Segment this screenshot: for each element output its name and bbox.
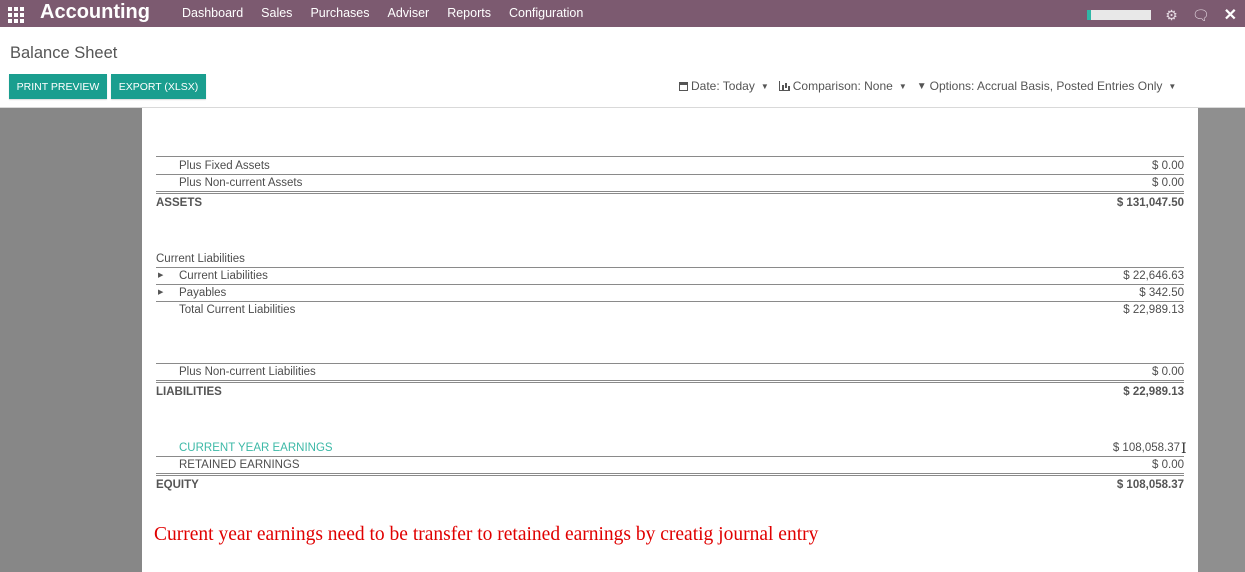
menu-dashboard[interactable]: Dashboard bbox=[182, 6, 243, 20]
bar-chart-icon bbox=[778, 81, 790, 91]
row-label: EQUITY bbox=[156, 479, 199, 491]
calendar-icon bbox=[679, 81, 688, 91]
chat-icon[interactable]: 🗨 bbox=[1192, 7, 1210, 23]
menu-configuration[interactable]: Configuration bbox=[509, 6, 583, 20]
row-value: $ 108,058.37 bbox=[1112, 442, 1180, 454]
report-row-noncurrent-liabilities[interactable]: Plus Non-current Liabilities $ 0.00 bbox=[156, 364, 1184, 380]
apps-grid-icon[interactable] bbox=[8, 7, 24, 23]
row-value: $ 108,058.37 bbox=[1116, 479, 1184, 491]
row-separator bbox=[156, 156, 1184, 157]
expand-triangle-icon[interactable]: ▶ bbox=[158, 285, 163, 301]
menu-sales[interactable]: Sales bbox=[261, 6, 292, 20]
comparison-filter[interactable]: Comparison: None ▼ bbox=[778, 79, 907, 93]
report-filters: Date: Today ▼ Comparison: None ▼ ▼ Optio… bbox=[679, 79, 1176, 93]
row-separator bbox=[156, 473, 1184, 476]
row-value: $ 22,989.13 bbox=[1123, 386, 1184, 398]
caret-down-icon: ▼ bbox=[898, 81, 907, 91]
row-value: $ 131,047.50 bbox=[1116, 197, 1184, 209]
menu-adviser[interactable]: Adviser bbox=[388, 6, 430, 20]
main-menu: Dashboard Sales Purchases Adviser Report… bbox=[182, 6, 583, 20]
report-row-payables[interactable]: ▶ Payables $ 342.50 bbox=[156, 285, 1184, 301]
navbar-right: ⚙ 🗨 ✕ bbox=[1087, 5, 1237, 25]
row-label: Plus Non-current Liabilities bbox=[179, 366, 316, 378]
row-label: ASSETS bbox=[156, 197, 203, 209]
row-separator bbox=[156, 380, 1184, 383]
row-value: $ 0.00 bbox=[1152, 459, 1184, 471]
expand-triangle-icon[interactable]: ▶ bbox=[158, 268, 163, 284]
row-label: LIABILITIES bbox=[156, 386, 222, 398]
row-value: $ 0.00 bbox=[1152, 160, 1184, 172]
top-navbar: Accounting Dashboard Sales Purchases Adv… bbox=[0, 0, 1245, 27]
report-row-assets[interactable]: ASSETS $ 131,047.50 bbox=[156, 195, 1184, 211]
report-row-retained-earnings[interactable]: RETAINED EARNINGS $ 0.00 bbox=[156, 457, 1184, 473]
annotation-caption: Current year earnings need to be transfe… bbox=[154, 524, 819, 545]
app-title[interactable]: Accounting bbox=[40, 1, 150, 24]
text-cursor-icon: I bbox=[1181, 441, 1187, 457]
export-xlsx-button[interactable]: EXPORT (XLSX) bbox=[111, 74, 206, 99]
row-label: Payables bbox=[179, 287, 227, 299]
row-value: $ 342.50 bbox=[1139, 287, 1184, 299]
row-value: $ 22,989.13 bbox=[1123, 304, 1184, 316]
control-panel: Balance Sheet PRINT PREVIEW EXPORT (XLSX… bbox=[0, 27, 1245, 108]
report-row-liabilities[interactable]: LIABILITIES $ 22,989.13 bbox=[156, 384, 1184, 400]
section-header-current-liabilities: Current Liabilities bbox=[156, 251, 1184, 267]
comparison-filter-label: Comparison: None bbox=[792, 79, 893, 93]
caret-down-icon: ▼ bbox=[1168, 81, 1177, 91]
date-filter-label: Date: Today bbox=[691, 79, 755, 93]
report-row-noncurrent-assets[interactable]: Plus Non-current Assets $ 0.00 bbox=[156, 175, 1184, 191]
report-row-equity[interactable]: EQUITY $ 108,058.37 bbox=[156, 477, 1184, 493]
user-status-icon[interactable] bbox=[1087, 10, 1152, 20]
row-separator bbox=[156, 191, 1184, 194]
row-label-link[interactable]: CURRENT YEAR EARNINGS bbox=[179, 440, 333, 456]
close-icon[interactable]: ✕ bbox=[1224, 5, 1237, 25]
caret-down-icon: ▼ bbox=[760, 81, 769, 91]
row-label: RETAINED EARNINGS bbox=[179, 459, 300, 471]
report-row-fixed-assets[interactable]: Plus Fixed Assets $ 0.00 bbox=[156, 158, 1184, 174]
row-label: Plus Non-current Assets bbox=[179, 177, 303, 189]
page-title: Balance Sheet bbox=[10, 44, 118, 62]
options-filter-label: Options: Accrual Basis, Posted Entries O… bbox=[929, 79, 1163, 93]
options-filter[interactable]: ▼ Options: Accrual Basis, Posted Entries… bbox=[917, 79, 1177, 93]
report-row-current-year-earnings[interactable]: CURRENT YEAR EARNINGS $ 108,058.37 bbox=[156, 440, 1184, 456]
print-preview-button[interactable]: PRINT PREVIEW bbox=[9, 74, 107, 99]
row-label: Total Current Liabilities bbox=[179, 304, 296, 316]
row-value: $ 22,646.63 bbox=[1123, 270, 1184, 282]
row-label: Current Liabilities bbox=[179, 270, 268, 282]
row-value: $ 0.00 bbox=[1152, 366, 1184, 378]
menu-reports[interactable]: Reports bbox=[447, 6, 491, 20]
report-row-total-current-liabilities[interactable]: Total Current Liabilities $ 22,989.13 bbox=[156, 302, 1184, 318]
menu-purchases[interactable]: Purchases bbox=[310, 6, 369, 20]
settings-icon[interactable]: ⚙ bbox=[1165, 7, 1178, 23]
row-value: $ 0.00 bbox=[1152, 177, 1184, 189]
section-label: Current Liabilities bbox=[156, 253, 245, 265]
row-label: Plus Fixed Assets bbox=[179, 160, 270, 172]
filter-icon: ▼ bbox=[916, 80, 927, 92]
date-filter[interactable]: Date: Today ▼ bbox=[679, 79, 769, 93]
report-row-current-liabilities[interactable]: ▶ Current Liabilities $ 22,646.63 bbox=[156, 268, 1184, 284]
report-backdrop-left bbox=[0, 108, 142, 572]
